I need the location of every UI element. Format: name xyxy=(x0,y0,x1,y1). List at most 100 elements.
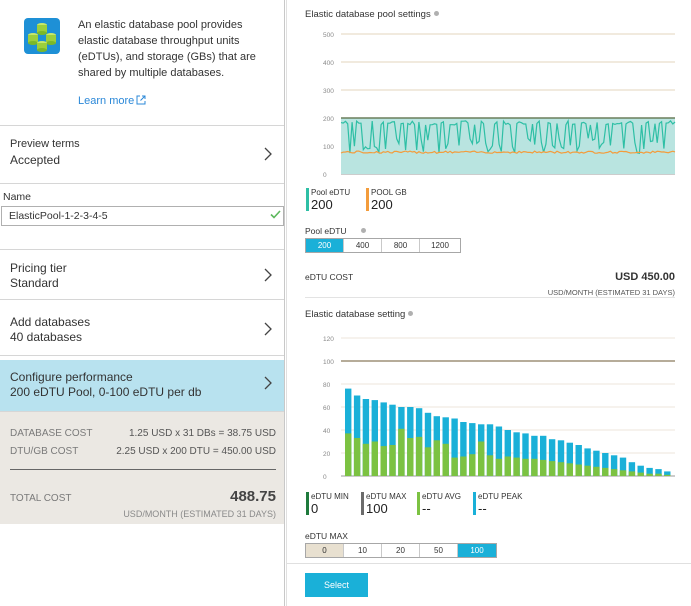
edtu-avg-bar xyxy=(353,438,361,476)
edtu-max-swatch xyxy=(361,492,364,515)
chevron-right-icon xyxy=(264,322,272,336)
edtu-avg-swatch xyxy=(417,492,420,515)
edtu-avg-bar xyxy=(389,445,396,476)
edtu-avg-bar xyxy=(478,441,485,476)
edtu-avg-bar xyxy=(593,466,600,476)
edtu-avg-bar xyxy=(345,433,352,476)
pricing-tier-item[interactable]: Pricing tier Standard xyxy=(0,250,284,300)
pool-gb-metric-value: 200 xyxy=(371,197,393,212)
add-databases-label: Add databases xyxy=(10,315,91,329)
pool-edtu-metric: Pool eDTU 200 xyxy=(306,188,350,212)
edtu-max-option-100[interactable]: 100 xyxy=(458,544,496,557)
pricing-tier-value: Standard xyxy=(10,276,59,290)
edtu-avg-bar xyxy=(398,428,405,476)
edtu-peak-label: eDTU PEAK xyxy=(478,492,523,501)
pool-edtu-selector: 200 400 800 1200 xyxy=(305,238,461,253)
edtu-max-option-10[interactable]: 10 xyxy=(344,544,382,557)
edtu-avg-bar xyxy=(380,446,387,476)
edtu-avg-bar xyxy=(504,456,511,476)
info-icon[interactable] xyxy=(360,228,366,233)
preview-terms-value: Accepted xyxy=(10,153,61,167)
edtu-cost-period: USD/MONTH (ESTIMATED 31 DAYS) xyxy=(547,288,675,297)
configure-performance-value: 200 eDTU Pool, 0-100 eDTU per db xyxy=(10,385,202,399)
select-button[interactable]: Select xyxy=(305,573,368,597)
edtu-max-selector: 0 10 20 50 100 xyxy=(305,543,497,558)
edtu-avg-bar xyxy=(451,457,458,476)
elastic-pool-icon xyxy=(22,16,62,56)
chevron-right-icon xyxy=(264,147,272,161)
total-cost-label: TOTAL COST xyxy=(10,493,72,504)
pool-edtu-selector-label: Pool eDTU xyxy=(305,226,366,236)
pool-edtu-option-200[interactable]: 200 xyxy=(306,239,344,252)
edtu-avg-bar xyxy=(664,474,671,476)
edtu-max-option-0[interactable]: 0 xyxy=(306,544,344,557)
y-tick-label: 20 xyxy=(323,451,331,458)
info-icon[interactable] xyxy=(433,11,439,16)
info-icon[interactable] xyxy=(408,311,414,316)
db-settings-title-text: Elastic database setting xyxy=(305,309,406,320)
edtu-avg-bar xyxy=(602,467,609,476)
edtu-avg-bar xyxy=(433,440,440,476)
y-tick-label: 0 xyxy=(323,172,327,179)
y-tick-label: 80 xyxy=(323,382,331,389)
database-cost-value: 1.25 USD x 31 DBs = 38.75 USD xyxy=(128,428,276,439)
preview-terms-item[interactable]: Preview terms Accepted xyxy=(0,127,284,184)
edtu-avg-bar xyxy=(540,459,547,476)
total-cost-value: 488.75 xyxy=(230,488,276,505)
cost-divider xyxy=(10,469,276,470)
pool-edtu-option-800[interactable]: 800 xyxy=(382,239,420,252)
db-usage-chart: 0 20 40 60 80 100 120 xyxy=(323,336,675,480)
capacity-band xyxy=(341,118,675,174)
edtu-avg-bar xyxy=(371,441,378,476)
edtu-avg-value: -- xyxy=(422,501,431,516)
edtu-avg-bar xyxy=(469,454,476,476)
y-tick-label: 500 xyxy=(323,32,334,39)
learn-more-link[interactable]: Learn more xyxy=(78,95,146,107)
footer-divider xyxy=(287,563,691,564)
edtu-avg-bar xyxy=(486,455,494,476)
edtu-max-value: 100 xyxy=(366,501,388,516)
edtu-min-swatch xyxy=(306,492,309,515)
pool-name-input[interactable] xyxy=(1,206,284,226)
add-databases-item[interactable]: Add databases 40 databases xyxy=(0,304,284,356)
edtu-avg-bar xyxy=(548,461,556,476)
name-label: Name xyxy=(3,191,32,203)
pool-edtu-option-1200[interactable]: 1200 xyxy=(420,239,460,252)
edtu-max-option-20[interactable]: 20 xyxy=(382,544,420,557)
edtu-avg-bar xyxy=(407,438,414,476)
edtu-avg-bar xyxy=(460,456,467,476)
edtu-min-label: eDTU MIN xyxy=(311,492,349,501)
pool-edtu-metric-value: 200 xyxy=(311,197,333,212)
learn-more-label[interactable]: Learn more xyxy=(78,95,134,107)
edtu-avg-bar xyxy=(531,458,538,477)
database-cost-label: DATABASE COST xyxy=(10,428,93,439)
edtu-avg-bar xyxy=(415,436,423,476)
edtu-avg-bar xyxy=(619,470,627,477)
edtu-max-metric: eDTU MAX 100 xyxy=(361,492,406,516)
edtu-avg-bar xyxy=(628,471,636,476)
edtu-avg-bar xyxy=(424,447,432,477)
pool-edtu-option-400[interactable]: 400 xyxy=(344,239,382,252)
intro-section: An elastic database pool provides elasti… xyxy=(0,0,284,126)
edtu-min-value: 0 xyxy=(311,501,319,516)
edtu-peak-value: -- xyxy=(478,501,487,516)
pool-settings-title-text: Elastic database pool settings xyxy=(305,9,431,20)
edtu-avg-bar xyxy=(637,472,644,476)
create-pool-blade: An elastic database pool provides elasti… xyxy=(0,0,285,606)
dtu-gb-cost-value: 2.25 USD x 200 DTU = 450.00 USD xyxy=(116,446,276,457)
y-tick-label: 300 xyxy=(323,88,334,95)
edtu-avg-bar xyxy=(646,473,653,476)
edtu-avg-bar xyxy=(655,473,662,476)
configure-performance-item[interactable]: Configure performance 200 eDTU Pool, 0-1… xyxy=(0,360,284,412)
edtu-max-option-50[interactable]: 50 xyxy=(420,544,458,557)
configure-performance-label: Configure performance xyxy=(10,370,133,384)
edtu-avg-bar xyxy=(610,469,618,476)
pool-settings-title: Elastic database pool settings xyxy=(305,9,439,20)
edtu-cost-label: eDTU COST xyxy=(305,272,354,282)
chevron-right-icon xyxy=(264,268,272,282)
edtu-peak-metric: eDTU PEAK -- xyxy=(473,492,523,516)
pool-edtu-swatch xyxy=(306,188,309,211)
total-cost-period: USD/MONTH (ESTIMATED 31 DAYS) xyxy=(123,509,276,519)
y-tick-label: 100 xyxy=(323,359,334,366)
performance-blade: Elastic database pool settings 0 100 200 30… xyxy=(286,0,691,606)
